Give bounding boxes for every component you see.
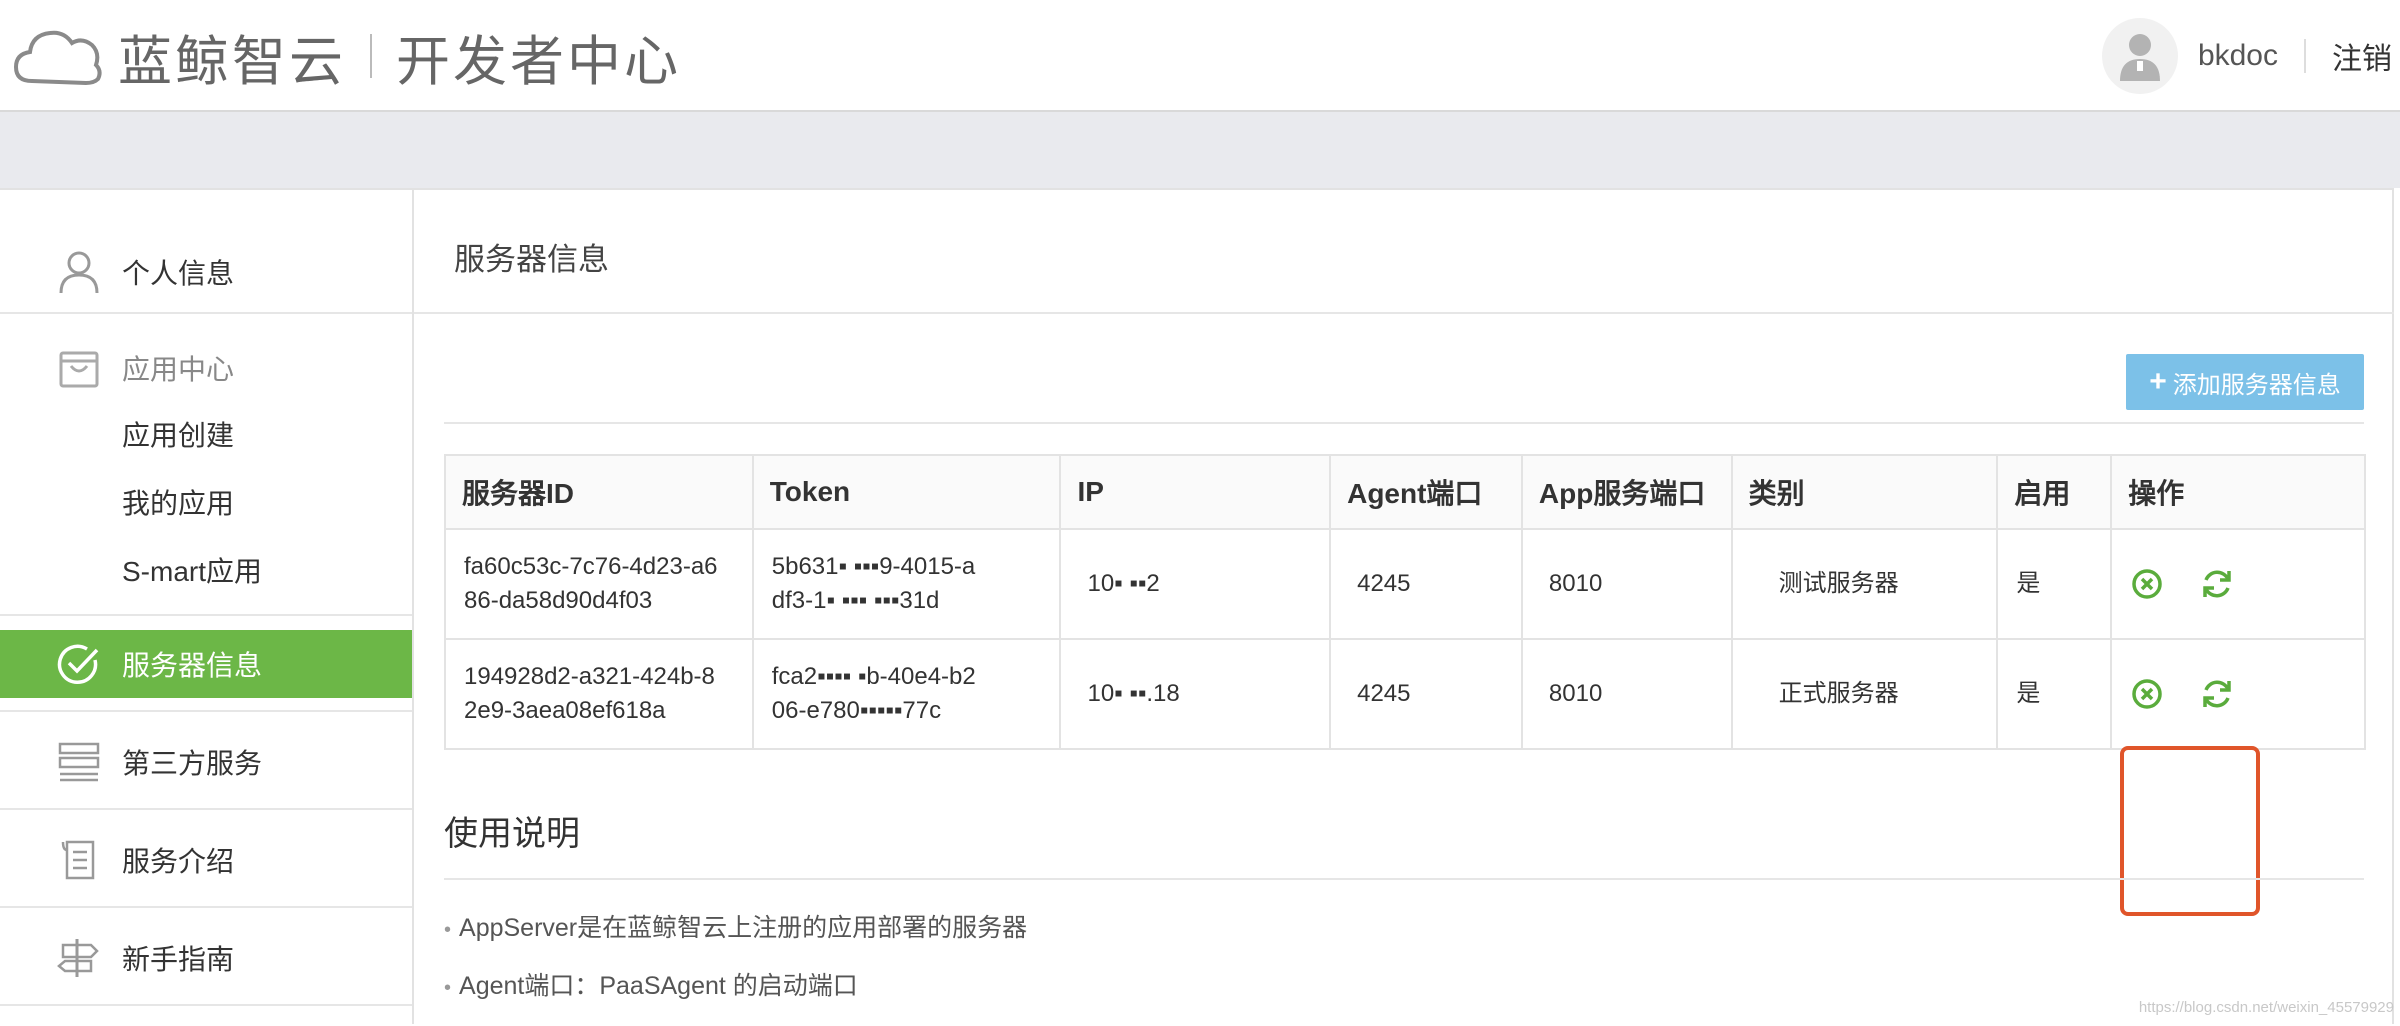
sidebar-item-beginner-guide[interactable]: 新手指南 — [0, 926, 412, 990]
sidebar-divider — [0, 614, 412, 616]
server-id-line: 2e9-3aea08ef618a — [464, 694, 752, 728]
logo[interactable]: 蓝鲸智云 开发者中心 — [12, 14, 681, 98]
server-id-cell: fa60c53c-7c76-4d23-a6 86-da58d90d4f03 — [445, 529, 753, 639]
title-divider — [414, 312, 2394, 314]
usage-title: 使用说明 — [444, 806, 580, 855]
cloud-logo-icon — [12, 21, 104, 91]
column-header: IP — [1060, 455, 1330, 529]
sidebar-divider — [0, 906, 412, 908]
header: 蓝鲸智云 开发者中心 bkdoc 注销 — [0, 0, 2400, 112]
check-circle-icon — [56, 641, 102, 687]
list-icon — [56, 739, 102, 785]
server-table: 服务器ID Token IP Agent端口 App服务端口 类别 启用 操作 … — [444, 454, 2366, 750]
sidebar-divider — [0, 710, 412, 712]
user-icon — [56, 249, 102, 295]
logo-divider — [370, 34, 372, 78]
token-cell: 5b631▪ ▪▪▪9-4015-a df3-1▪ ▪▪▪ ▪▪▪31d — [753, 529, 1061, 639]
category-cell: 正式服务器 — [1732, 639, 1998, 749]
bag-icon — [56, 345, 102, 391]
sidebar-item-label: 服务介绍 — [122, 840, 234, 880]
sidebar-item-label: 新手指南 — [122, 938, 234, 978]
column-header: 类别 — [1732, 455, 1998, 529]
table-row: 194928d2-a321-424b-8 2e9-3aea08ef618a fc… — [445, 639, 2365, 749]
add-server-label: 添加服务器信息 — [2173, 365, 2341, 400]
ip-cell: 10▪ ▪▪.18 — [1060, 639, 1330, 749]
sidebar-item-app-center[interactable]: 应用中心 — [0, 336, 412, 400]
avatar[interactable] — [2102, 18, 2178, 94]
sidebar-divider — [0, 1004, 412, 1006]
token-line: df3-1▪ ▪▪▪ ▪▪▪31d — [772, 584, 1060, 618]
list-item: Agent端口：PaaSAgent 的启动端口 — [444, 968, 1027, 1026]
category-cell: 测试服务器 — [1732, 529, 1998, 639]
watermark: https://blog.csdn.net/weixin_45579929 — [2139, 999, 2394, 1016]
operations-cell — [2111, 529, 2365, 639]
refresh-icon[interactable] — [2200, 677, 2234, 711]
token-line: 5b631▪ ▪▪▪9-4015-a — [772, 550, 1060, 584]
table-row: fa60c53c-7c76-4d23-a6 86-da58d90d4f03 5b… — [445, 529, 2365, 639]
column-header: 启用 — [1997, 455, 2111, 529]
username[interactable]: bkdoc — [2198, 39, 2278, 73]
app-port-cell: 8010 — [1522, 529, 1732, 639]
avatar-person-icon — [2118, 31, 2162, 81]
main-content: 服务器信息 + 添加服务器信息 服务器ID Token IP Agent端口 A… — [414, 188, 2394, 1024]
enabled-cell: 是 — [1997, 529, 2111, 639]
add-server-button[interactable]: + 添加服务器信息 — [2126, 354, 2364, 410]
sidebar-item-label: 第三方服务 — [122, 742, 262, 782]
server-id-line: 86-da58d90d4f03 — [464, 584, 752, 618]
sidebar-item-my-apps[interactable]: 我的应用 — [122, 482, 234, 522]
column-header: App服务端口 — [1522, 455, 1732, 529]
column-header: Agent端口 — [1330, 455, 1522, 529]
plus-icon: + — [2149, 365, 2167, 399]
user-area: bkdoc 注销 — [2102, 10, 2400, 102]
token-line: fca2▪▪▪▪ ▪b-40e4-b2 — [772, 660, 1060, 694]
server-id-cell: 194928d2-a321-424b-8 2e9-3aea08ef618a — [445, 639, 753, 749]
toolbar-divider — [444, 422, 2364, 424]
usage-list: AppServer是在蓝鲸智云上注册的应用部署的服务器 Agent端口：PaaS… — [444, 910, 1027, 1026]
sidebar: 个人信息 应用中心 应用创建 我的应用 S-mart应用 服务器信息 第三方服务 — [0, 188, 414, 1024]
sidebar-item-service-intro[interactable]: 服务介绍 — [0, 828, 412, 892]
delete-icon[interactable] — [2130, 677, 2164, 711]
sidebar-item-profile[interactable]: 个人信息 — [0, 240, 412, 304]
ip-cell: 10▪ ▪▪2 — [1060, 529, 1330, 639]
agent-port-cell: 4245 — [1330, 639, 1522, 749]
agent-port-cell: 4245 — [1330, 529, 1522, 639]
brand-name: 蓝鲸智云 — [118, 17, 346, 96]
scroll-icon — [56, 837, 102, 883]
operations-cell — [2111, 639, 2365, 749]
sidebar-item-smart-apps[interactable]: S-mart应用 — [122, 550, 262, 590]
sidebar-divider — [0, 312, 412, 314]
breadcrumb-band — [0, 112, 2400, 188]
sidebar-item-label: 个人信息 — [122, 252, 234, 292]
sidebar-item-label: 应用中心 — [122, 348, 234, 388]
sidebar-item-app-create[interactable]: 应用创建 — [122, 414, 234, 454]
table-header-row: 服务器ID Token IP Agent端口 App服务端口 类别 启用 操作 — [445, 455, 2365, 529]
logout-link[interactable]: 注销 — [2332, 34, 2392, 78]
signpost-icon — [56, 935, 102, 981]
delete-icon[interactable] — [2130, 567, 2164, 601]
sidebar-item-third-party[interactable]: 第三方服务 — [0, 730, 412, 794]
list-item: AppServer是在蓝鲸智云上注册的应用部署的服务器 — [444, 910, 1027, 968]
page-title: 服务器信息 — [454, 234, 609, 279]
server-id-line: 194928d2-a321-424b-8 — [464, 660, 752, 694]
user-divider — [2304, 39, 2306, 73]
token-cell: fca2▪▪▪▪ ▪b-40e4-b2 06-e780▪▪▪▪▪77c — [753, 639, 1061, 749]
sidebar-divider — [0, 808, 412, 810]
token-line: 06-e780▪▪▪▪▪77c — [772, 694, 1060, 728]
highlight-annotation — [2120, 746, 2260, 916]
column-header: 操作 — [2111, 455, 2365, 529]
column-header: 服务器ID — [445, 455, 753, 529]
sidebar-item-label: 服务器信息 — [122, 644, 262, 684]
enabled-cell: 是 — [1997, 639, 2111, 749]
usage-divider — [444, 878, 2364, 880]
site-subtitle: 开发者中心 — [396, 17, 681, 96]
app-port-cell: 8010 — [1522, 639, 1732, 749]
refresh-icon[interactable] — [2200, 567, 2234, 601]
column-header: Token — [753, 455, 1061, 529]
server-id-line: fa60c53c-7c76-4d23-a6 — [464, 550, 752, 584]
sidebar-item-server-info[interactable]: 服务器信息 — [0, 630, 412, 698]
